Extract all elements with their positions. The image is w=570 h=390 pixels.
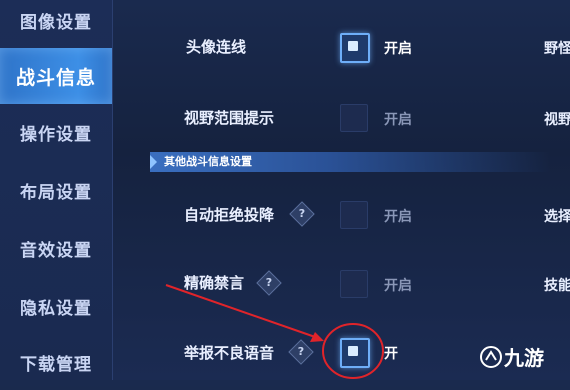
- help-icon[interactable]: ?: [289, 201, 315, 227]
- avatar-link-toggle-label: 开启: [384, 41, 412, 57]
- sidebar-item-label: 隐私设置: [20, 298, 92, 319]
- report-bad-voice-checkbox[interactable]: [340, 338, 370, 368]
- help-glyph: ?: [297, 345, 305, 358]
- sidebar-item-label: 下载管理: [20, 354, 92, 375]
- sidebar-item-privacy[interactable]: 隐私设置: [0, 278, 112, 334]
- sidebar-item-label: 音效设置: [20, 240, 92, 261]
- auto-reject-surrender-toggle-label: 开启: [384, 209, 412, 225]
- right-column-label: 视野: [544, 112, 570, 128]
- sidebar-item-controls[interactable]: 操作设置: [0, 104, 112, 160]
- setting-label-precise-mute: 精确禁言: [184, 274, 245, 292]
- avatar-link-checkbox[interactable]: [340, 33, 370, 63]
- setting-label-auto-reject-surrender: 自动拒绝投降: [184, 206, 275, 224]
- sidebar-item-sound[interactable]: 音效设置: [0, 220, 112, 276]
- section-marker-icon: [150, 155, 157, 169]
- precise-mute-checkbox[interactable]: [340, 270, 368, 298]
- setting-label-avatar-link: 头像连线: [186, 38, 247, 56]
- watermark-text: 九游: [504, 346, 544, 370]
- right-column-label: 技能: [544, 278, 570, 294]
- right-column-label: 选择: [544, 209, 570, 225]
- watermark: 九游: [480, 342, 544, 371]
- auto-reject-surrender-checkbox[interactable]: [340, 201, 368, 229]
- section-title: 其他战斗信息设置: [164, 155, 252, 168]
- sidebar-item-downloads[interactable]: 下载管理: [0, 334, 112, 390]
- sidebar-item-layout[interactable]: 布局设置: [0, 162, 112, 218]
- vision-range-checkbox[interactable]: [340, 104, 368, 132]
- sidebar-item-label: 操作设置: [20, 124, 92, 145]
- sidebar-item-label: 图像设置: [20, 12, 92, 33]
- setting-label-report-bad-voice: 举报不良语音: [184, 344, 275, 362]
- sidebar-item-label: 战斗信息: [15, 66, 96, 89]
- precise-mute-toggle-label: 开启: [384, 278, 412, 294]
- right-column-label: 野怪: [544, 41, 570, 57]
- sidebar-item-graphics[interactable]: 图像设置: [0, 0, 112, 48]
- help-icon[interactable]: ?: [288, 339, 314, 365]
- help-icon[interactable]: ?: [256, 270, 282, 296]
- sidebar-item-battle-info[interactable]: 战斗信息: [0, 48, 112, 104]
- section-header: 其他战斗信息设置: [150, 152, 550, 172]
- settings-sidebar: 图像设置 战斗信息 操作设置 布局设置 音效设置 隐私设置 下载管理: [0, 0, 113, 380]
- report-bad-voice-toggle-label: 开: [384, 346, 398, 362]
- battle-info-panel: 头像连线 开启 野怪 视野范围提示 开启 视野 其他战斗信息设置 自动拒绝投降 …: [112, 0, 570, 380]
- help-glyph: ?: [298, 207, 306, 220]
- vision-range-toggle-label: 开启: [384, 112, 412, 128]
- help-glyph: ?: [265, 276, 273, 289]
- watermark-logo-icon: [480, 345, 502, 368]
- sidebar-item-label: 布局设置: [20, 182, 92, 203]
- setting-label-vision-range: 视野范围提示: [184, 109, 275, 127]
